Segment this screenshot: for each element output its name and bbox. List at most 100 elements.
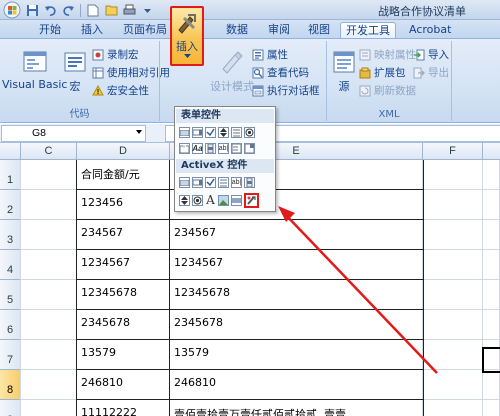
row-header[interactable]: 9 — [0, 400, 21, 416]
activex-controls-row-2: A — [179, 193, 259, 208]
name-box[interactable]: G8 — [1, 125, 146, 142]
xml-group: 源 映射属性 扩展包 刷新数据 导入 导出 XML — [327, 41, 452, 121]
visual-basic-label: Visual Basic — [2, 78, 68, 91]
code-group-label: 代码 — [69, 109, 90, 120]
tab-insert[interactable]: 插入 — [76, 22, 108, 39]
form-controls-row-2: X Aa ab| — [179, 143, 255, 154]
row-header[interactable]: 1 — [0, 160, 21, 190]
table-row-border — [76, 279, 424, 280]
tab-home[interactable]: 开始 — [34, 22, 66, 39]
tab-page-layout[interactable]: 页面布局 — [118, 22, 172, 39]
form-label-icon[interactable]: Aa — [192, 143, 203, 154]
form-textfield-icon[interactable]: ab| — [218, 143, 229, 154]
column-header-c[interactable]: C — [21, 143, 77, 160]
activex-label-icon[interactable]: A — [205, 194, 216, 206]
activex-listbox-icon[interactable] — [218, 177, 229, 188]
activex-controls-row-1: ab| — [179, 177, 255, 188]
print-icon[interactable] — [121, 2, 137, 18]
row-header[interactable]: 6 — [0, 310, 21, 340]
column-gridline — [20, 160, 21, 416]
undo-icon[interactable] — [42, 2, 58, 18]
ribbon-tab-row: 开始 插入 页面布局 公式 数据 审阅 视图 开发工具 Acrobat — [0, 20, 500, 40]
insert-controls-button[interactable]: 插入 — [170, 6, 204, 66]
column-header-f[interactable]: F — [423, 143, 483, 160]
export-button[interactable]: 导出 — [413, 65, 449, 80]
column-header-g[interactable] — [483, 143, 500, 160]
run-dialog-button[interactable]: 执行对话框 — [252, 83, 320, 98]
tab-data[interactable]: 数据 — [221, 22, 253, 39]
macro-security-icon — [92, 84, 104, 95]
activex-combobox-icon[interactable] — [192, 177, 203, 188]
activex-spinner-icon[interactable] — [179, 195, 190, 206]
form-combo-list-icon[interactable] — [231, 143, 242, 154]
record-macro-button[interactable]: 录制宏 — [92, 47, 139, 62]
row-header[interactable]: 4 — [0, 250, 21, 280]
customize-qat-icon[interactable] — [139, 2, 155, 18]
relative-refs-button[interactable]: 使用相对引用 — [92, 65, 170, 80]
macros-icon — [64, 52, 86, 72]
expansion-packs-button[interactable]: 扩展包 — [359, 65, 406, 80]
view-code-button[interactable]: 查看代码 — [252, 65, 309, 80]
map-properties-icon — [359, 49, 371, 60]
form-groupbox-icon[interactable]: X — [179, 143, 190, 154]
table-row-border — [76, 219, 424, 220]
macros-label: 宏 — [69, 80, 81, 93]
more-controls-icon[interactable] — [244, 193, 259, 208]
new-file-icon[interactable] — [85, 2, 101, 18]
form-controls-header: 表单控件 — [176, 109, 274, 123]
name-box-dropdown-icon[interactable] — [136, 130, 142, 134]
column-header-d[interactable]: D — [77, 143, 170, 160]
row-header[interactable]: 2 — [0, 190, 21, 220]
form-checkbox-icon[interactable] — [205, 127, 216, 138]
form-spinner-icon[interactable] — [218, 127, 229, 138]
activex-button-icon[interactable] — [179, 177, 190, 188]
svg-text:X: X — [183, 145, 185, 149]
activex-checkbox-icon[interactable] — [205, 177, 216, 188]
redo-icon[interactable] — [60, 2, 76, 18]
properties-button[interactable]: 属性 — [252, 47, 288, 62]
activex-scrollbar-icon[interactable] — [244, 177, 255, 188]
macro-security-button[interactable]: 宏安全性 — [92, 83, 149, 98]
import-button[interactable]: 导入 — [413, 47, 449, 62]
form-combobox-icon[interactable] — [192, 127, 203, 138]
form-button-icon[interactable] — [179, 127, 190, 138]
row-header[interactable]: 3 — [0, 220, 21, 250]
activex-image-icon[interactable] — [218, 195, 229, 206]
relative-refs-icon — [92, 67, 104, 78]
form-option-button-icon[interactable] — [244, 127, 255, 138]
window-title: 战略合作协议清单 — [378, 5, 466, 18]
row-header[interactable]: 8 — [0, 370, 21, 400]
tab-acrobat[interactable]: Acrobat — [404, 22, 456, 39]
table-row-border — [76, 309, 424, 310]
activex-toggle-button-icon[interactable] — [231, 195, 242, 206]
macros-button[interactable]: 宏 — [62, 49, 88, 94]
form-listbox-icon[interactable] — [231, 127, 242, 138]
run-dialog-icon — [252, 85, 264, 96]
row-header[interactable]: 5 — [0, 280, 21, 310]
select-all-corner[interactable] — [0, 143, 21, 160]
xml-source-button[interactable]: 源 — [331, 49, 357, 94]
tab-view[interactable]: 视图 — [303, 22, 335, 39]
office-button[interactable] — [2, 1, 22, 19]
table-col-border — [169, 160, 170, 416]
open-icon[interactable] — [103, 2, 119, 18]
table-row-border — [76, 399, 424, 400]
activex-option-button-icon[interactable] — [192, 195, 203, 206]
form-combo-dropdown-icon[interactable] — [244, 143, 255, 154]
visual-basic-button[interactable]: Visual Basic — [2, 49, 67, 91]
toolbar-separator — [80, 3, 81, 17]
activex-textbox-icon[interactable]: ab| — [231, 177, 242, 188]
refresh-data-button[interactable]: 刷新数据 — [359, 83, 416, 98]
form-scrollbar-icon[interactable] — [205, 143, 216, 154]
expansion-packs-icon — [359, 67, 371, 78]
row-header[interactable]: 7 — [0, 340, 21, 370]
insert-controls-gallery: 表单控件 X Aa ab| ActiveX 控件 ab| A — [174, 106, 276, 212]
visual-basic-icon — [23, 51, 47, 72]
design-mode-icon — [222, 51, 243, 74]
tab-review[interactable]: 审阅 — [263, 22, 295, 39]
design-mode-button[interactable]: 设计模式 — [210, 49, 254, 94]
map-properties-button[interactable]: 映射属性 — [359, 47, 416, 62]
save-icon[interactable] — [24, 2, 40, 18]
insert-controls-icon — [178, 14, 196, 34]
title-bar: 战略合作协议清单 — [0, 0, 500, 20]
